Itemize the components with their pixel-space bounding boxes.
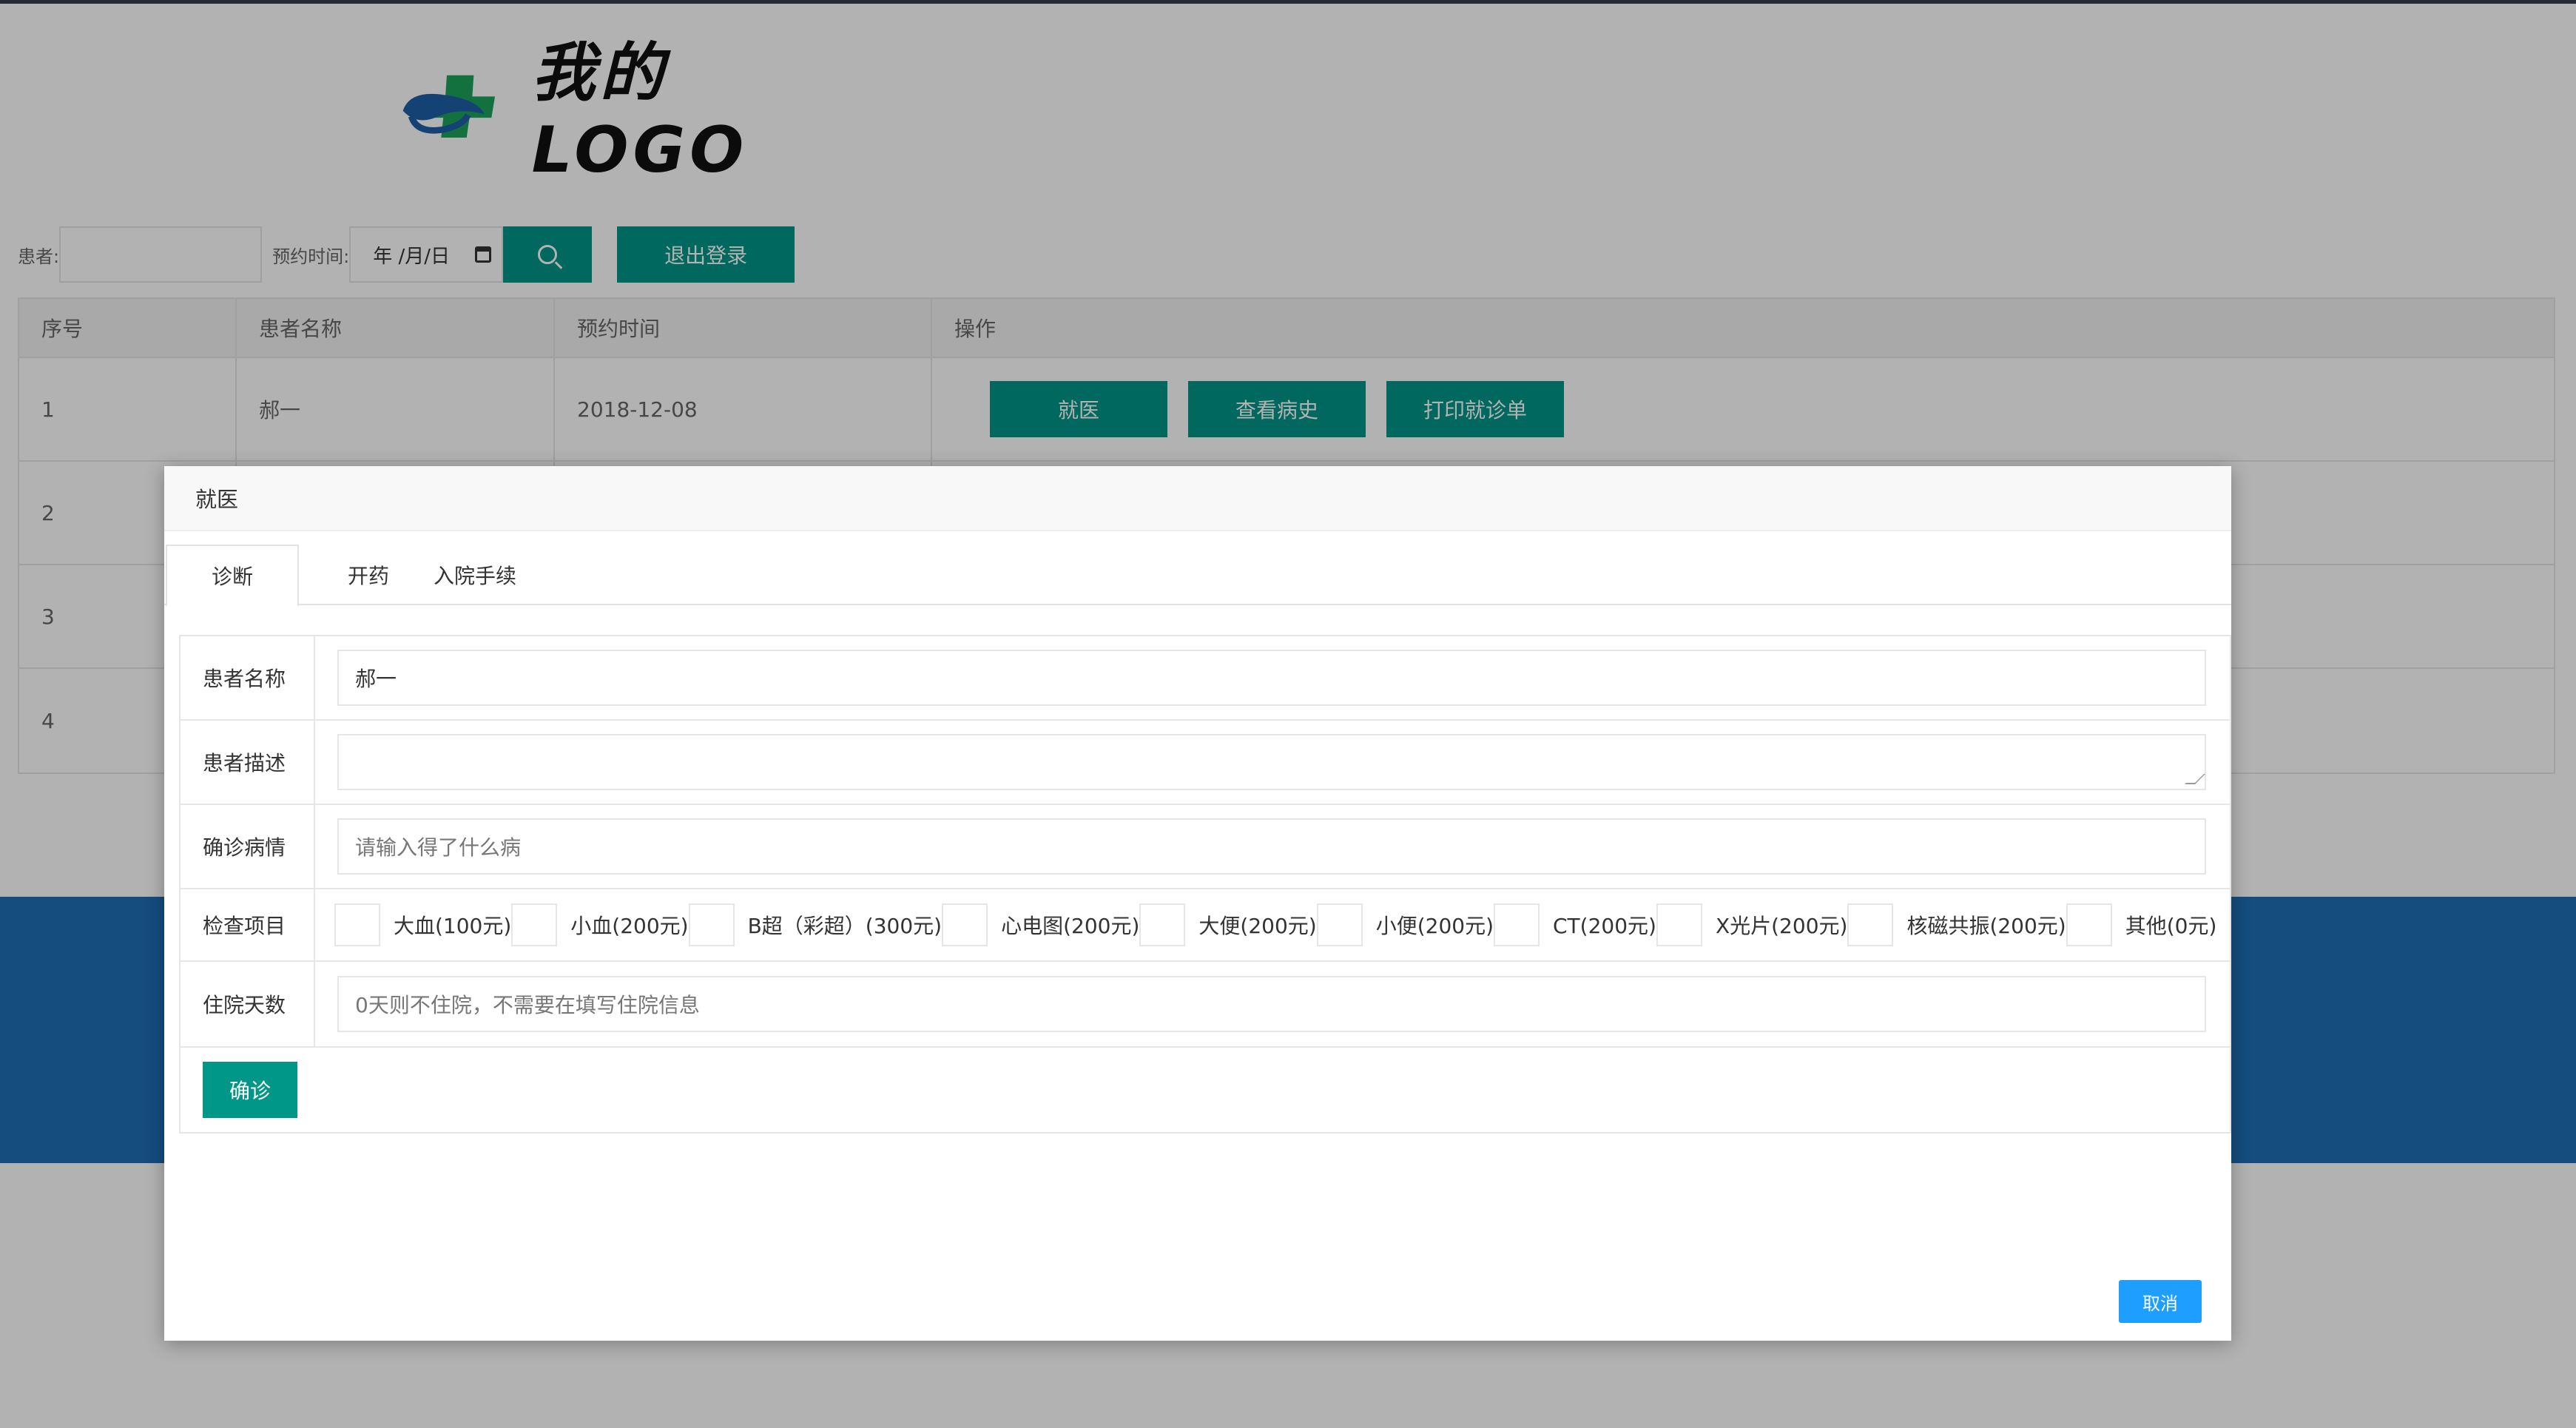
exam-option[interactable]: CT(200元)	[1494, 903, 1656, 946]
exam-option[interactable]: 小血(200元)	[511, 903, 689, 946]
tab-prescription[interactable]: 开药	[299, 545, 419, 605]
exam-option-label: CT(200元)	[1553, 914, 1656, 938]
exam-checkbox[interactable]	[1316, 903, 1363, 946]
diagnosis-label: 确诊病情	[181, 805, 315, 888]
form-row-diagnosis: 确诊病情 请输入得了什么病	[181, 805, 2230, 889]
form-row-submit: 确诊	[181, 1048, 2230, 1132]
form-row-desc: 患者描述	[181, 721, 2230, 805]
exam-option-label: 大便(200元)	[1198, 914, 1317, 938]
exam-option-label: 大血(100元)	[394, 914, 512, 938]
treatment-dialog: 就医 诊断 开药 入院手续 患者名称 郝一 患者描述 确诊病情 请输入得了什么病…	[164, 466, 2231, 1341]
exam-checkbox[interactable]	[1494, 903, 1540, 946]
exam-checkbox[interactable]	[1139, 903, 1186, 946]
exam-option[interactable]: 核磁共振(200元)	[1847, 903, 2066, 946]
form-row-exams: 检查项目 大血(100元) 小血(200元) B超（彩超）(300元) 心电图(…	[181, 889, 2230, 962]
exam-checkbox[interactable]	[942, 903, 988, 946]
exam-option-label: 小血(200元)	[570, 914, 689, 938]
diagnosis-form: 患者名称 郝一 患者描述 确诊病情 请输入得了什么病 检查项目 大血(100元)…	[179, 635, 2231, 1134]
exam-option[interactable]: B超（彩超）(300元)	[688, 903, 943, 946]
exam-option[interactable]: X光片(200元)	[1656, 903, 1847, 946]
exam-checkbox[interactable]	[334, 903, 380, 946]
days-label: 住院天数	[181, 962, 315, 1046]
exam-option[interactable]: 大血(100元)	[334, 903, 511, 946]
exam-option-label: 心电图(200元)	[1001, 914, 1140, 938]
tab-admission[interactable]: 入院手续	[419, 545, 531, 605]
exam-option-label: X光片(200元)	[1715, 914, 1848, 938]
diagnosis-input[interactable]: 请输入得了什么病	[337, 818, 2206, 875]
exam-checkbox-group: 大血(100元) 小血(200元) B超（彩超）(300元) 心电图(200元)…	[315, 889, 2216, 960]
dialog-title: 就医	[164, 466, 2231, 531]
cancel-button[interactable]: 取消	[2119, 1280, 2202, 1323]
exam-option[interactable]: 其他(0元)	[2066, 903, 2217, 946]
exam-option-label: 核磁共振(200元)	[1906, 914, 2066, 938]
name-label: 患者名称	[181, 636, 315, 719]
exam-checkbox[interactable]	[1656, 903, 1702, 946]
exam-option-label: B超（彩超）(300元)	[747, 914, 943, 938]
exam-option[interactable]: 心电图(200元)	[942, 903, 1139, 946]
patient-name-field[interactable]: 郝一	[337, 650, 2206, 706]
dialog-tabs: 诊断 开药 入院手续	[164, 545, 2231, 607]
exam-checkbox[interactable]	[2066, 903, 2112, 946]
exam-option-label: 其他(0元)	[2125, 914, 2217, 938]
confirm-diagnosis-button[interactable]: 确诊	[203, 1062, 297, 1118]
hospital-days-input[interactable]: 0天则不住院，不需要在填写住院信息	[337, 976, 2206, 1032]
form-row-name: 患者名称 郝一	[181, 636, 2230, 721]
form-row-days: 住院天数 0天则不住院，不需要在填写住院信息	[181, 962, 2230, 1048]
exam-option[interactable]: 小便(200元)	[1316, 903, 1494, 946]
exam-checkbox[interactable]	[1847, 903, 1894, 946]
patient-description-textarea[interactable]	[337, 734, 2206, 790]
exam-checkbox[interactable]	[688, 903, 735, 946]
exam-option[interactable]: 大便(200元)	[1139, 903, 1317, 946]
exam-label: 检查项目	[181, 889, 315, 960]
exam-option-label: 小便(200元)	[1375, 914, 1494, 938]
desc-label: 患者描述	[181, 721, 315, 804]
tab-diagnosis[interactable]: 诊断	[166, 545, 300, 607]
exam-checkbox[interactable]	[511, 903, 558, 946]
